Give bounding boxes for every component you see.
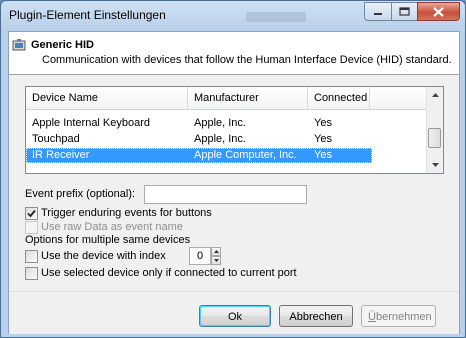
apply-button[interactable]: Übernehmen: [361, 305, 436, 327]
device-list-scrollbar[interactable]: [426, 87, 443, 173]
close-icon: [433, 6, 444, 17]
manufacturer-cell: Apple, Inc.: [194, 117, 246, 129]
button-bar: Ok Abbrechen Übernehmen: [9, 291, 459, 334]
maximize-button[interactable]: [391, 2, 418, 21]
arrow-down-icon: [431, 162, 439, 167]
hid-device-icon: [12, 39, 26, 51]
scroll-thumb[interactable]: [428, 128, 441, 148]
plugin-header: Generic HID Communication with devices t…: [9, 32, 459, 75]
dialog-client: Generic HID Communication with devices t…: [8, 31, 460, 334]
arrow-down-icon: [213, 259, 219, 262]
plugin-title: Generic HID: [31, 39, 94, 51]
use-device-index-checkbox[interactable]: [25, 250, 38, 263]
ok-button[interactable]: Ok: [199, 305, 271, 327]
arrow-up-icon: [213, 250, 219, 253]
manufacturer-cell: Apple Computer, Inc.: [194, 149, 297, 161]
apply-mnemonic: Ü: [368, 311, 376, 323]
device-name-cell: Apple Internal Keyboard: [32, 117, 151, 129]
minimize-button[interactable]: [364, 2, 392, 21]
use-raw-data-label: Use raw Data as event name: [41, 221, 183, 233]
use-raw-data-checkbox[interactable]: [25, 221, 38, 234]
trigger-enduring-label[interactable]: Trigger enduring events for buttons: [41, 207, 212, 219]
use-selected-device-label[interactable]: Use selected device only if connected to…: [41, 267, 297, 279]
background-window-ghost: [246, 12, 306, 22]
device-list[interactable]: Device Name Manufacturer Connected Apple…: [25, 86, 444, 174]
minimize-icon: [374, 12, 382, 15]
scroll-down-button[interactable]: [427, 157, 443, 173]
scroll-up-button[interactable]: [427, 87, 443, 103]
column-header-device-name[interactable]: Device Name: [26, 87, 188, 109]
maximize-icon: [399, 7, 410, 16]
column-header-manufacturer[interactable]: Manufacturer: [188, 87, 308, 109]
device-row[interactable]: Apple Internal Keyboard Apple, Inc. Yes: [26, 116, 426, 131]
device-list-header: Device Name Manufacturer Connected: [26, 87, 426, 110]
event-prefix-input[interactable]: [144, 185, 307, 204]
plugin-description: Communication with devices that follow t…: [42, 54, 452, 66]
use-device-index-label[interactable]: Use the device with index: [41, 250, 166, 262]
device-row-selected[interactable]: IR Receiver Apple Computer, Inc. Yes: [26, 148, 372, 163]
connected-cell: Yes: [314, 117, 332, 129]
device-name-cell: Touchpad: [32, 133, 80, 145]
dialog-window: Plugin-Element Einstellungen Generic HID…: [0, 0, 466, 338]
device-index-input[interactable]: [189, 247, 211, 265]
connected-cell: Yes: [314, 133, 332, 145]
event-prefix-label: Event prefix (optional):: [25, 188, 136, 200]
trigger-enduring-checkbox[interactable]: [25, 207, 38, 220]
manufacturer-cell: Apple, Inc.: [194, 133, 246, 145]
device-name-cell: IR Receiver: [32, 149, 90, 161]
connected-cell: Yes: [314, 149, 332, 161]
index-up-button[interactable]: [211, 247, 221, 256]
multiple-devices-heading: Options for multiple same devices: [25, 234, 191, 246]
use-selected-device-checkbox[interactable]: [25, 267, 38, 280]
index-down-button[interactable]: [211, 256, 221, 265]
cancel-button[interactable]: Abbrechen: [279, 305, 353, 327]
close-button[interactable]: [417, 2, 460, 21]
apply-label: bernehmen: [375, 311, 432, 323]
title-bar[interactable]: Plugin-Element Einstellungen: [1, 1, 465, 31]
arrow-up-icon: [431, 92, 439, 97]
checkmark-icon: [27, 209, 36, 218]
column-header-connected[interactable]: Connected: [308, 87, 370, 109]
window-title: Plugin-Element Einstellungen: [9, 8, 166, 22]
device-row[interactable]: Touchpad Apple, Inc. Yes: [26, 132, 426, 147]
